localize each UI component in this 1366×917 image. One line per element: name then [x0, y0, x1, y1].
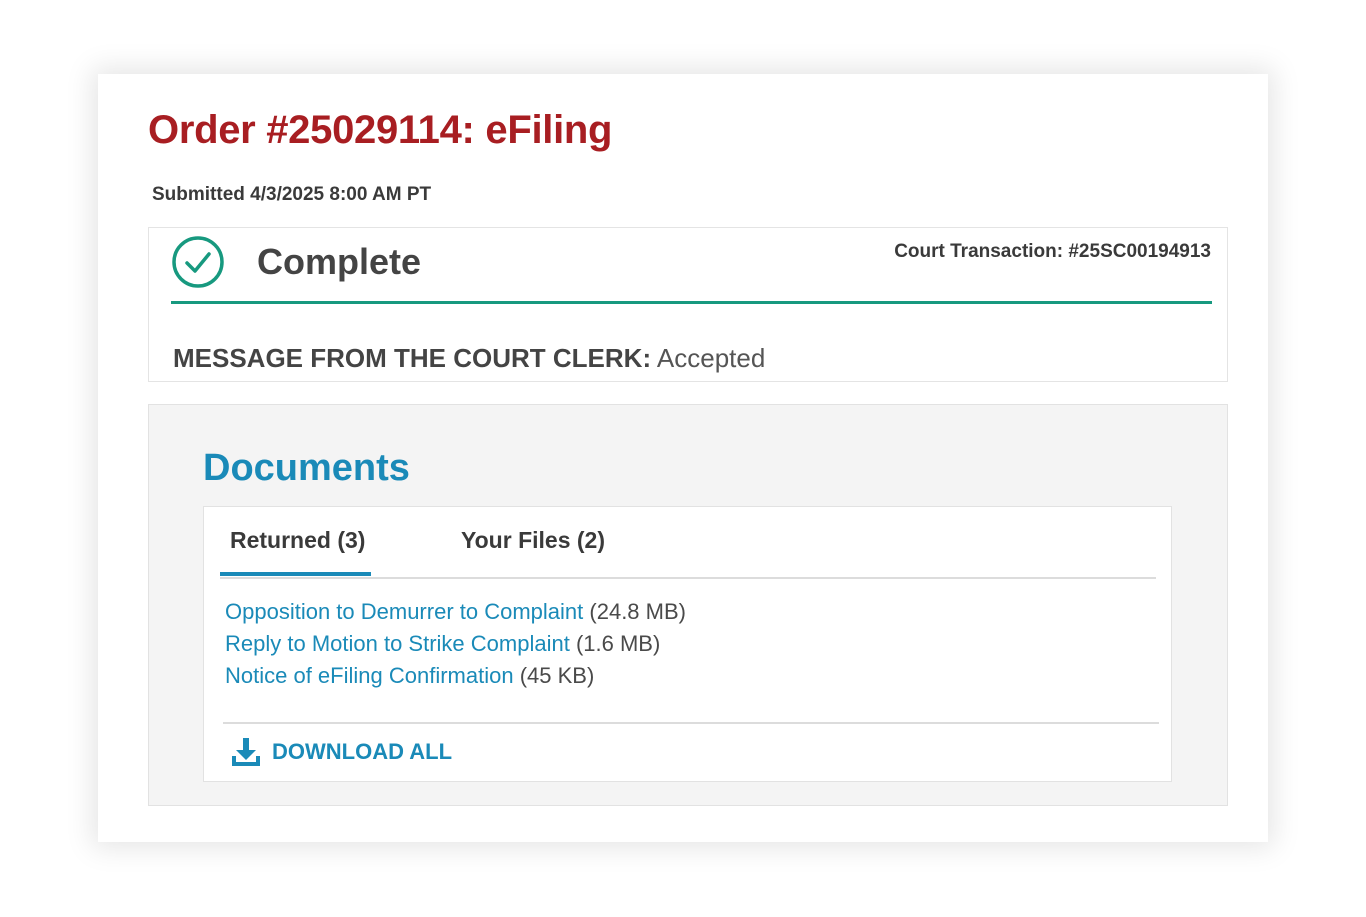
list-item: Opposition to Demurrer to Complaint (24.… [225, 596, 686, 628]
active-tab-indicator [220, 572, 371, 576]
tab-returned[interactable]: Returned (3) [230, 527, 365, 554]
documents-box: Returned (3) Your Files (2) Opposition t… [203, 506, 1172, 782]
list-item: Notice of eFiling Confirmation (45 KB) [225, 660, 686, 692]
documents-panel: Documents Returned (3) Your Files (2) Op… [148, 404, 1228, 806]
tab-your-files[interactable]: Your Files (2) [461, 527, 605, 554]
order-card: Order #25029114: eFiling Submitted 4/3/2… [98, 74, 1268, 842]
file-size: (24.8 MB) [589, 599, 686, 624]
list-divider [223, 722, 1159, 724]
status-panel: Complete Court Transaction: #25SC0019491… [148, 227, 1228, 382]
download-icon [232, 738, 260, 766]
download-all-label: DOWNLOAD ALL [272, 739, 453, 764]
submitted-timestamp: Submitted 4/3/2025 8:00 AM PT [152, 184, 432, 205]
file-link-notice[interactable]: Notice of eFiling Confirmation [225, 663, 514, 688]
court-transaction-number: Court Transaction: #25SC00194913 [894, 241, 1211, 262]
list-item: Reply to Motion to Strike Complaint (1.6… [225, 628, 686, 660]
status-label: Complete [257, 241, 422, 282]
clerk-message-value: Accepted [656, 343, 766, 373]
status-divider [171, 301, 1212, 304]
clerk-message: MESSAGE FROM THE COURT CLERK: Accepted [173, 343, 765, 374]
page-title: Order #25029114: eFiling [148, 108, 613, 152]
file-list: Opposition to Demurrer to Complaint (24.… [225, 596, 686, 692]
file-link-reply[interactable]: Reply to Motion to Strike Complaint [225, 631, 570, 656]
check-circle-icon [172, 236, 224, 288]
file-link-opposition[interactable]: Opposition to Demurrer to Complaint [225, 599, 583, 624]
clerk-message-label: MESSAGE FROM THE COURT CLERK: [173, 343, 652, 373]
download-all-button[interactable]: DOWNLOAD ALL [230, 737, 452, 767]
file-size: (45 KB) [519, 663, 595, 688]
file-size: (1.6 MB) [575, 631, 661, 656]
documents-title: Documents [203, 447, 410, 489]
documents-tabs: Returned (3) Your Files (2) [220, 507, 1156, 579]
